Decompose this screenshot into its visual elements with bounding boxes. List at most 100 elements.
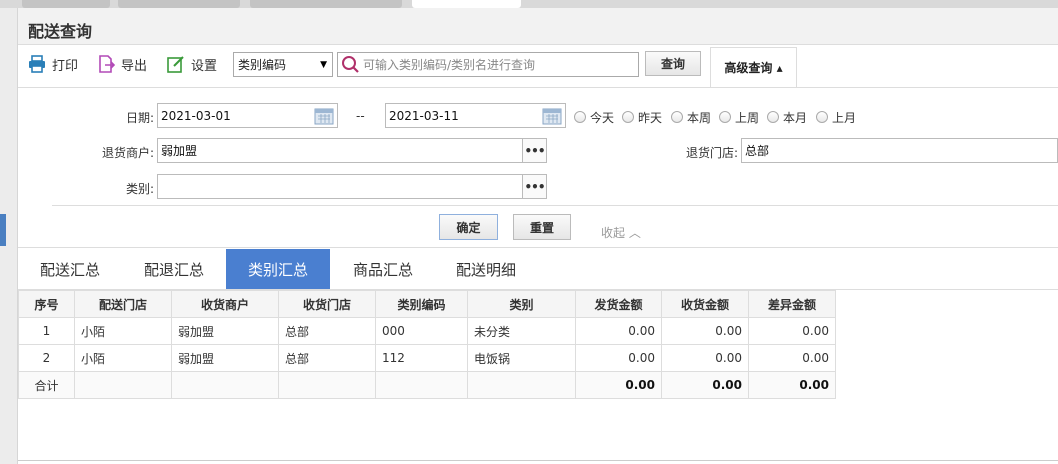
col-header[interactable]: 收货门店 bbox=[278, 290, 376, 318]
date-to-value: 2021-03-11 bbox=[389, 108, 459, 123]
cell-difference-amount: 0.00 bbox=[748, 317, 836, 345]
cell-index: 2 bbox=[18, 344, 75, 372]
quick-date-this-week[interactable]: 本周 bbox=[671, 109, 711, 125]
radio-label: 本月 bbox=[783, 110, 808, 125]
settings-label: 设置 bbox=[191, 58, 218, 74]
collapse-toggle[interactable]: 收起 ︿ bbox=[601, 224, 641, 241]
date-label: 日期: bbox=[125, 111, 154, 125]
cell-category-code: 000 bbox=[375, 317, 468, 345]
calendar-icon[interactable] bbox=[542, 107, 562, 125]
quick-date-this-month[interactable]: 本月 bbox=[767, 109, 807, 125]
tab-delivery-summary[interactable]: 配送汇总 bbox=[28, 249, 112, 289]
cell-shipped-amount: 0.00 bbox=[575, 317, 662, 345]
merchant-label: 退货商户: bbox=[101, 146, 154, 160]
window-tab[interactable] bbox=[118, 0, 240, 8]
col-header[interactable]: 发货金额 bbox=[575, 290, 662, 318]
table-header-row: 序号 配送门店 收货商户 收货门店 类别编码 类别 发货金额 收货金额 差异金额 bbox=[18, 290, 836, 318]
radio-icon bbox=[719, 111, 731, 123]
cell-merchant: 弱加盟 bbox=[171, 317, 279, 345]
quick-date-last-month[interactable]: 上月 bbox=[816, 109, 856, 125]
cell-delivery-store: 小陌 bbox=[74, 317, 172, 345]
results-table: 序号 配送门店 收货商户 收货门店 类别编码 类别 发货金额 收货金额 差异金额… bbox=[18, 290, 836, 399]
search-field-select[interactable]: 类别编码 ▼ bbox=[233, 52, 333, 77]
category-input[interactable]: ••• bbox=[157, 174, 547, 199]
merchant-picker-button[interactable]: ••• bbox=[522, 139, 546, 162]
search-icon bbox=[342, 55, 359, 73]
cell-empty bbox=[74, 371, 172, 399]
cell-merchant: 弱加盟 bbox=[171, 344, 279, 372]
quick-date-today[interactable]: 今天 bbox=[574, 109, 614, 125]
divider bbox=[18, 247, 1058, 248]
quick-date-yesterday[interactable]: 昨天 bbox=[622, 109, 662, 125]
advanced-query-tab[interactable]: 高级查询 ▴ bbox=[710, 47, 797, 87]
calendar-icon[interactable] bbox=[314, 107, 334, 125]
window-tab[interactable] bbox=[22, 0, 110, 8]
cell-total-shipped: 0.00 bbox=[575, 371, 662, 399]
print-button[interactable]: 打印 bbox=[28, 53, 78, 75]
merchant-input[interactable]: 弱加盟 ••• bbox=[157, 138, 547, 163]
cell-empty bbox=[467, 371, 576, 399]
cell-received-amount: 0.00 bbox=[661, 344, 749, 372]
radio-label: 本周 bbox=[687, 110, 712, 125]
export-icon bbox=[99, 55, 115, 73]
radio-icon bbox=[767, 111, 779, 123]
store-input[interactable]: 总部 bbox=[741, 138, 1058, 163]
window-tab[interactable] bbox=[250, 0, 402, 8]
cell-total-label: 合计 bbox=[18, 371, 75, 399]
col-header[interactable]: 收货商户 bbox=[171, 290, 279, 318]
cell-total-received: 0.00 bbox=[661, 371, 749, 399]
tab-category-summary[interactable]: 类别汇总 bbox=[226, 249, 330, 289]
radio-label: 上月 bbox=[832, 110, 857, 125]
table-row[interactable]: 2 小陌 弱加盟 总部 112 电饭锅 0.00 0.00 0.00 bbox=[18, 344, 836, 372]
tab-delivery-detail[interactable]: 配送明细 bbox=[444, 249, 528, 289]
divider bbox=[18, 87, 1058, 88]
radio-label: 昨天 bbox=[638, 110, 663, 125]
edit-settings-icon bbox=[167, 56, 184, 73]
col-header[interactable]: 收货金额 bbox=[661, 290, 749, 318]
cell-difference-amount: 0.00 bbox=[748, 344, 836, 372]
confirm-button[interactable]: 确定 bbox=[439, 214, 498, 240]
col-header[interactable]: 类别编码 bbox=[375, 290, 468, 318]
cell-category-code: 112 bbox=[375, 344, 468, 372]
export-button[interactable]: 导出 bbox=[97, 53, 147, 75]
gutter-marker bbox=[0, 214, 6, 246]
divider bbox=[52, 205, 1058, 206]
query-button[interactable]: 查询 bbox=[645, 51, 701, 76]
window-tab-active[interactable] bbox=[412, 0, 521, 8]
col-header[interactable]: 序号 bbox=[18, 290, 75, 318]
radio-icon bbox=[816, 111, 828, 123]
date-range-separator: -- bbox=[356, 109, 365, 123]
cell-category: 未分类 bbox=[467, 317, 576, 345]
settings-button[interactable]: 设置 bbox=[167, 53, 217, 75]
radio-icon bbox=[622, 111, 634, 123]
reset-button[interactable]: 重置 bbox=[513, 214, 571, 240]
category-picker-button[interactable]: ••• bbox=[522, 175, 546, 198]
cell-receiving-store: 总部 bbox=[278, 317, 376, 345]
cell-empty bbox=[278, 371, 376, 399]
search-field-value: 类别编码 bbox=[238, 58, 287, 72]
search-box[interactable] bbox=[337, 52, 639, 77]
print-label: 打印 bbox=[52, 58, 79, 74]
col-header[interactable]: 类别 bbox=[467, 290, 576, 318]
dropdown-arrow-icon: ▼ bbox=[320, 60, 327, 70]
search-input[interactable] bbox=[363, 54, 633, 75]
radio-icon bbox=[574, 111, 586, 123]
radio-label: 上周 bbox=[735, 110, 760, 125]
tab-return-summary[interactable]: 配退汇总 bbox=[132, 249, 216, 289]
divider bbox=[18, 460, 1058, 461]
cell-shipped-amount: 0.00 bbox=[575, 344, 662, 372]
cell-empty bbox=[375, 371, 468, 399]
date-from-input[interactable]: 2021-03-01 bbox=[157, 103, 338, 128]
cell-received-amount: 0.00 bbox=[661, 317, 749, 345]
date-to-input[interactable]: 2021-03-11 bbox=[385, 103, 566, 128]
cell-receiving-store: 总部 bbox=[278, 344, 376, 372]
col-header[interactable]: 配送门店 bbox=[74, 290, 172, 318]
table-row[interactable]: 1 小陌 弱加盟 总部 000 未分类 0.00 0.00 0.00 bbox=[18, 317, 836, 345]
cell-index: 1 bbox=[18, 317, 75, 345]
tab-product-summary[interactable]: 商品汇总 bbox=[341, 249, 425, 289]
quick-date-last-week[interactable]: 上周 bbox=[719, 109, 759, 125]
export-label: 导出 bbox=[121, 58, 148, 74]
store-label: 退货门店: bbox=[685, 146, 738, 160]
col-header[interactable]: 差异金额 bbox=[748, 290, 836, 318]
page-title: 配送查询 bbox=[28, 22, 93, 41]
